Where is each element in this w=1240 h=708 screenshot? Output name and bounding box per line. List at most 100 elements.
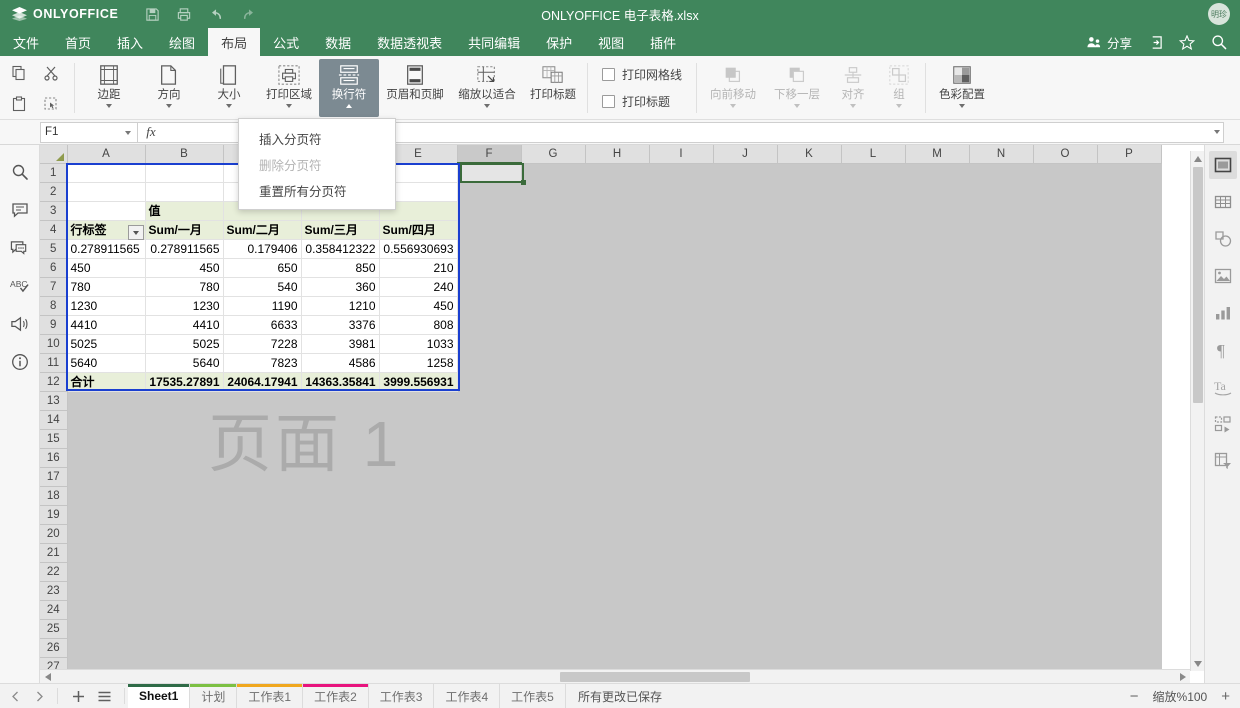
cell-M13[interactable] — [905, 391, 970, 411]
cell-D4[interactable]: Sum/三月 — [301, 220, 380, 240]
cell-J8[interactable] — [713, 296, 778, 316]
cell-G4[interactable] — [521, 220, 586, 240]
cell-L12[interactable] — [841, 372, 906, 392]
cell-H15[interactable] — [585, 429, 650, 449]
cell-H14[interactable] — [585, 410, 650, 430]
row-header-18[interactable]: 18 — [40, 486, 68, 506]
cell-C4[interactable]: Sum/二月 — [223, 220, 302, 240]
print-icon[interactable] — [168, 0, 200, 28]
cell-M1[interactable] — [905, 163, 970, 183]
cell-A1[interactable] — [67, 163, 146, 183]
row-header-23[interactable]: 23 — [40, 581, 68, 601]
cell-M18[interactable] — [905, 486, 970, 506]
cell-N23[interactable] — [969, 581, 1034, 601]
cell-A18[interactable] — [67, 486, 146, 506]
cell-M21[interactable] — [905, 543, 970, 563]
cell-E17[interactable] — [379, 467, 458, 487]
cell-K17[interactable] — [777, 467, 842, 487]
cell-K9[interactable] — [777, 315, 842, 335]
bring-forward-button[interactable]: 向前移动 — [701, 59, 765, 117]
header-footer-button[interactable]: 页眉和页脚 — [379, 59, 451, 117]
row-header-13[interactable]: 13 — [40, 391, 68, 411]
cell-L9[interactable] — [841, 315, 906, 335]
open-file-location-button[interactable] — [1141, 28, 1170, 56]
cell-M2[interactable] — [905, 182, 970, 202]
cell-G13[interactable] — [521, 391, 586, 411]
cell-H25[interactable] — [585, 619, 650, 639]
tab-pivot-table[interactable]: 数据透视表 — [364, 28, 455, 56]
cell-B7[interactable]: 780 — [145, 277, 224, 297]
cell-I18[interactable] — [649, 486, 714, 506]
cell-L17[interactable] — [841, 467, 906, 487]
cell-F9[interactable] — [457, 315, 522, 335]
cell-D10[interactable]: 3981 — [301, 334, 380, 354]
cell-D22[interactable] — [301, 562, 380, 582]
cell-O19[interactable] — [1033, 505, 1098, 525]
spreadsheet-grid[interactable]: A B C D E F G H I J K L M N O P 123值4行标签… — [40, 145, 1204, 683]
cell-J1[interactable] — [713, 163, 778, 183]
cell-I10[interactable] — [649, 334, 714, 354]
cell-A20[interactable] — [67, 524, 146, 544]
cell-B1[interactable] — [145, 163, 224, 183]
cell-C13[interactable] — [223, 391, 302, 411]
scroll-right-button[interactable] — [1175, 670, 1190, 684]
cell-P5[interactable] — [1097, 239, 1162, 259]
cell-F23[interactable] — [457, 581, 522, 601]
cell-J23[interactable] — [713, 581, 778, 601]
cell-G6[interactable] — [521, 258, 586, 278]
cell-L21[interactable] — [841, 543, 906, 563]
cell-P22[interactable] — [1097, 562, 1162, 582]
cell-B25[interactable] — [145, 619, 224, 639]
cell-O15[interactable] — [1033, 429, 1098, 449]
cell-K4[interactable] — [777, 220, 842, 240]
cut-icon[interactable] — [38, 62, 64, 84]
cell-K19[interactable] — [777, 505, 842, 525]
cell-N16[interactable] — [969, 448, 1034, 468]
cell-I5[interactable] — [649, 239, 714, 259]
cell-E13[interactable] — [379, 391, 458, 411]
cell-O2[interactable] — [1033, 182, 1098, 202]
cell-P25[interactable] — [1097, 619, 1162, 639]
cell-I8[interactable] — [649, 296, 714, 316]
cell-M4[interactable] — [905, 220, 970, 240]
cell-B17[interactable] — [145, 467, 224, 487]
cell-A17[interactable] — [67, 467, 146, 487]
cell-K16[interactable] — [777, 448, 842, 468]
cell-E10[interactable]: 1033 — [379, 334, 458, 354]
cell-L11[interactable] — [841, 353, 906, 373]
print-area-button[interactable]: 打印区域 — [259, 59, 319, 117]
sheet-tab-worksheet3[interactable]: 工作表3 — [368, 684, 435, 708]
paste-icon[interactable] — [6, 93, 32, 115]
cell-A14[interactable] — [67, 410, 146, 430]
cell-L16[interactable] — [841, 448, 906, 468]
cell-I25[interactable] — [649, 619, 714, 639]
cell-F18[interactable] — [457, 486, 522, 506]
cell-N4[interactable] — [969, 220, 1034, 240]
paragraph-settings-icon[interactable]: ¶ — [1209, 336, 1237, 364]
cell-A26[interactable] — [67, 638, 146, 658]
cell-B24[interactable] — [145, 600, 224, 620]
cell-F4[interactable] — [457, 220, 522, 240]
orientation-button[interactable]: 方向 — [139, 59, 199, 117]
cell-E12[interactable]: 3999.556931 — [379, 372, 458, 392]
cell-N6[interactable] — [969, 258, 1034, 278]
cell-G24[interactable] — [521, 600, 586, 620]
cell-N13[interactable] — [969, 391, 1034, 411]
cell-P1[interactable] — [1097, 163, 1162, 183]
scroll-down-button[interactable] — [1191, 656, 1205, 671]
cell-P13[interactable] — [1097, 391, 1162, 411]
cell-C9[interactable]: 6633 — [223, 315, 302, 335]
cell-O10[interactable] — [1033, 334, 1098, 354]
cell-M6[interactable] — [905, 258, 970, 278]
row-header-8[interactable]: 8 — [40, 296, 68, 316]
cell-F12[interactable] — [457, 372, 522, 392]
cell-J9[interactable] — [713, 315, 778, 335]
cell-I20[interactable] — [649, 524, 714, 544]
cell-E21[interactable] — [379, 543, 458, 563]
cell-H22[interactable] — [585, 562, 650, 582]
column-header-N[interactable]: N — [969, 145, 1034, 164]
row-header-1[interactable]: 1 — [40, 163, 68, 183]
cell-F6[interactable] — [457, 258, 522, 278]
cell-A22[interactable] — [67, 562, 146, 582]
cell-B18[interactable] — [145, 486, 224, 506]
